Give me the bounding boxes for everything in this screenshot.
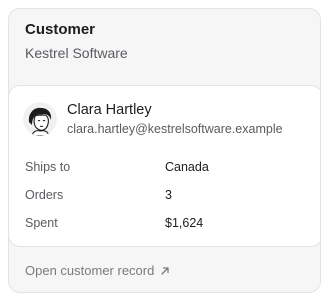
detail-row-orders: Orders 3 — [25, 188, 305, 206]
company-name: Kestrel Software — [25, 45, 128, 61]
customer-email: clara.hartley@kestrelsoftware.example — [67, 122, 283, 136]
detail-row-ships-to: Ships to Canada — [25, 160, 305, 178]
detail-value: $1,624 — [165, 216, 204, 230]
open-customer-record-label: Open customer record — [25, 263, 155, 278]
arrow-up-right-icon — [160, 266, 170, 276]
detail-row-spent: Spent $1,624 — [25, 216, 305, 234]
customer-details-panel: Clara Hartley clara.hartley@kestrelsoftw… — [9, 85, 320, 247]
detail-label: Orders — [25, 188, 64, 202]
avatar — [23, 102, 57, 136]
open-customer-record-link[interactable]: Open customer record — [25, 263, 170, 278]
detail-label: Spent — [25, 216, 58, 230]
detail-value: 3 — [165, 188, 172, 202]
customer-name: Clara Hartley — [67, 102, 152, 118]
detail-value: Canada — [165, 160, 209, 174]
customer-card: Customer Kestrel Software Clara Hartley … — [8, 8, 321, 293]
card-title: Customer — [25, 21, 96, 38]
detail-label: Ships to — [25, 160, 71, 174]
avatar-illustration — [23, 102, 57, 136]
